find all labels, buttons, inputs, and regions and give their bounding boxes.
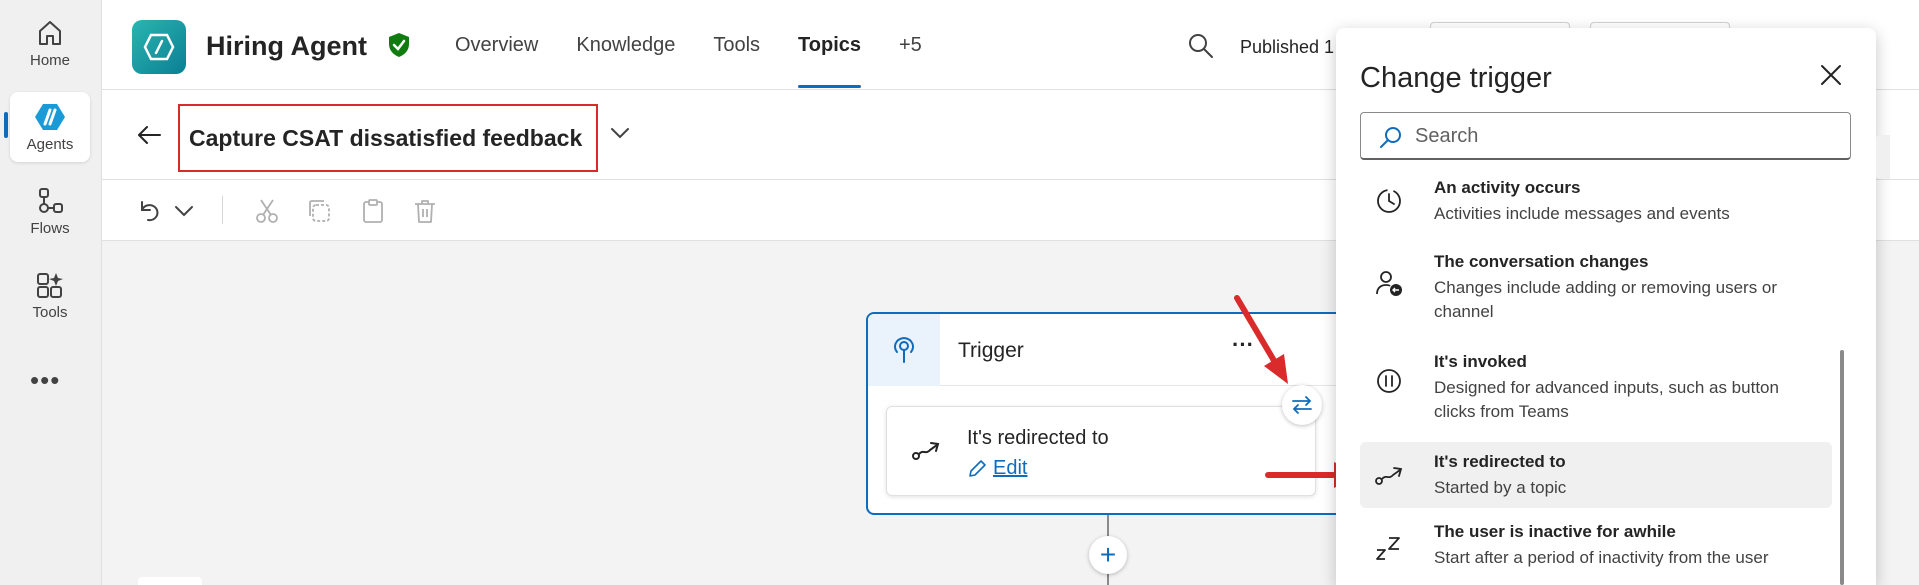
toolbar-divider bbox=[222, 196, 223, 224]
edit-label[interactable]: Edit bbox=[993, 457, 1027, 480]
panel-scrollbar[interactable] bbox=[1840, 350, 1844, 585]
tab-topics[interactable]: Topics bbox=[798, 34, 861, 88]
trigger-condition-card[interactable]: It's redirected to Edit bbox=[886, 406, 1316, 496]
rail-label-agents: Agents bbox=[26, 135, 74, 153]
trigger-option-desc: Activities include messages and events bbox=[1434, 204, 1730, 223]
pencil-icon bbox=[969, 459, 986, 477]
cut-icon[interactable] bbox=[254, 198, 280, 224]
agent-logo-icon bbox=[132, 20, 186, 74]
trigger-option-name: The user is inactive for awhile bbox=[1434, 522, 1676, 541]
trigger-option-desc: Changes include adding or removing users… bbox=[1434, 278, 1778, 321]
topic-title-highlight: Capture CSAT dissatisfied feedback bbox=[178, 104, 598, 172]
rail-more-button[interactable]: ••• bbox=[30, 365, 60, 396]
trigger-label: Trigger bbox=[958, 339, 1024, 362]
sleep-icon bbox=[1376, 537, 1400, 560]
flows-icon bbox=[39, 187, 63, 213]
trigger-search-input[interactable] bbox=[1415, 121, 1835, 151]
agent-name: Hiring Agent bbox=[206, 31, 367, 61]
rail-label-flows: Flows bbox=[30, 219, 70, 237]
paste-icon[interactable] bbox=[360, 198, 386, 224]
rail-active-indicator bbox=[4, 112, 8, 138]
search-icon[interactable] bbox=[1187, 32, 1215, 60]
rail-item-home[interactable]: Home bbox=[10, 8, 90, 78]
close-icon[interactable] bbox=[1820, 64, 1842, 86]
pause-icon bbox=[1377, 369, 1401, 393]
agent-nav-tabs: Overview Knowledge Tools Topics +5 bbox=[455, 34, 960, 88]
delete-icon[interactable] bbox=[412, 198, 438, 224]
home-icon bbox=[39, 20, 61, 45]
topic-title[interactable]: Capture CSAT dissatisfied feedback bbox=[189, 125, 582, 152]
trigger-option-desc: Designed for advanced inputs, such as bu… bbox=[1434, 378, 1779, 421]
rail-item-tools[interactable]: Tools bbox=[10, 260, 90, 330]
trigger-condition-title: It's redirected to bbox=[967, 427, 1109, 449]
search-icon bbox=[1380, 127, 1401, 148]
trigger-option-redirected[interactable]: It's redirected to Started by a topic bbox=[1360, 442, 1832, 508]
agents-icon bbox=[35, 103, 65, 130]
trigger-icon bbox=[868, 314, 940, 386]
published-status: Published 1 bbox=[1240, 37, 1335, 57]
background-control-edge bbox=[1876, 135, 1890, 179]
redirect-icon bbox=[912, 442, 940, 460]
chevron-down-icon[interactable] bbox=[610, 126, 630, 140]
left-rail: Home Agents Flows Tools ••• bbox=[0, 0, 102, 585]
tab-tools[interactable]: Tools bbox=[713, 34, 760, 57]
trigger-option-desc: Started by a topic bbox=[1434, 478, 1567, 497]
change-trigger-button[interactable] bbox=[1282, 385, 1322, 425]
trigger-node[interactable]: Trigger ··· It's redirected to Edit bbox=[866, 312, 1346, 515]
swap-arrows-icon bbox=[1292, 396, 1312, 414]
trigger-option-activity[interactable]: An activity occurs Activities include me… bbox=[1360, 170, 1832, 240]
tools-icon bbox=[37, 272, 63, 298]
trigger-option-conversation[interactable]: The conversation changes Changes include… bbox=[1360, 244, 1832, 340]
trigger-option-name: The conversation changes bbox=[1434, 252, 1649, 271]
trigger-option-name: It's invoked bbox=[1434, 352, 1527, 371]
add-node-button[interactable]: + bbox=[1089, 536, 1127, 574]
verified-shield-icon bbox=[389, 33, 409, 57]
tab-more[interactable]: +5 bbox=[899, 34, 922, 57]
rail-label-home: Home bbox=[29, 51, 70, 69]
rail-label-tools: Tools bbox=[32, 303, 68, 321]
canvas-minimap-edge bbox=[138, 577, 202, 585]
tab-knowledge[interactable]: Knowledge bbox=[576, 34, 675, 57]
undo-icon[interactable] bbox=[136, 198, 162, 224]
trigger-option-invoked[interactable]: It's invoked Designed for advanced input… bbox=[1360, 344, 1832, 440]
rail-item-flows[interactable]: Flows bbox=[10, 176, 90, 246]
back-arrow-icon[interactable] bbox=[136, 122, 162, 148]
redirect-icon bbox=[1375, 467, 1403, 485]
clock-icon bbox=[1377, 189, 1401, 213]
trigger-node-header: Trigger ··· bbox=[868, 314, 1344, 386]
edit-link[interactable]: Edit bbox=[967, 457, 1027, 480]
trigger-search-box bbox=[1360, 112, 1851, 160]
trigger-more-button[interactable]: ··· bbox=[1232, 332, 1254, 358]
change-trigger-panel: Change trigger An activity occurs Activi… bbox=[1336, 28, 1876, 585]
copy-icon[interactable] bbox=[306, 198, 332, 224]
trigger-option-name: An activity occurs bbox=[1434, 178, 1581, 197]
rail-item-agents[interactable]: Agents bbox=[10, 92, 90, 162]
trigger-option-inactive[interactable]: The user is inactive for awhile Start af… bbox=[1360, 514, 1832, 585]
panel-title: Change trigger bbox=[1360, 62, 1552, 94]
user-change-icon bbox=[1376, 271, 1402, 296]
trigger-option-desc: Start after a period of inactivity from … bbox=[1434, 548, 1769, 567]
undo-chevron-icon[interactable] bbox=[174, 204, 194, 218]
tab-overview[interactable]: Overview bbox=[455, 34, 538, 57]
trigger-option-name: It's redirected to bbox=[1434, 452, 1566, 471]
